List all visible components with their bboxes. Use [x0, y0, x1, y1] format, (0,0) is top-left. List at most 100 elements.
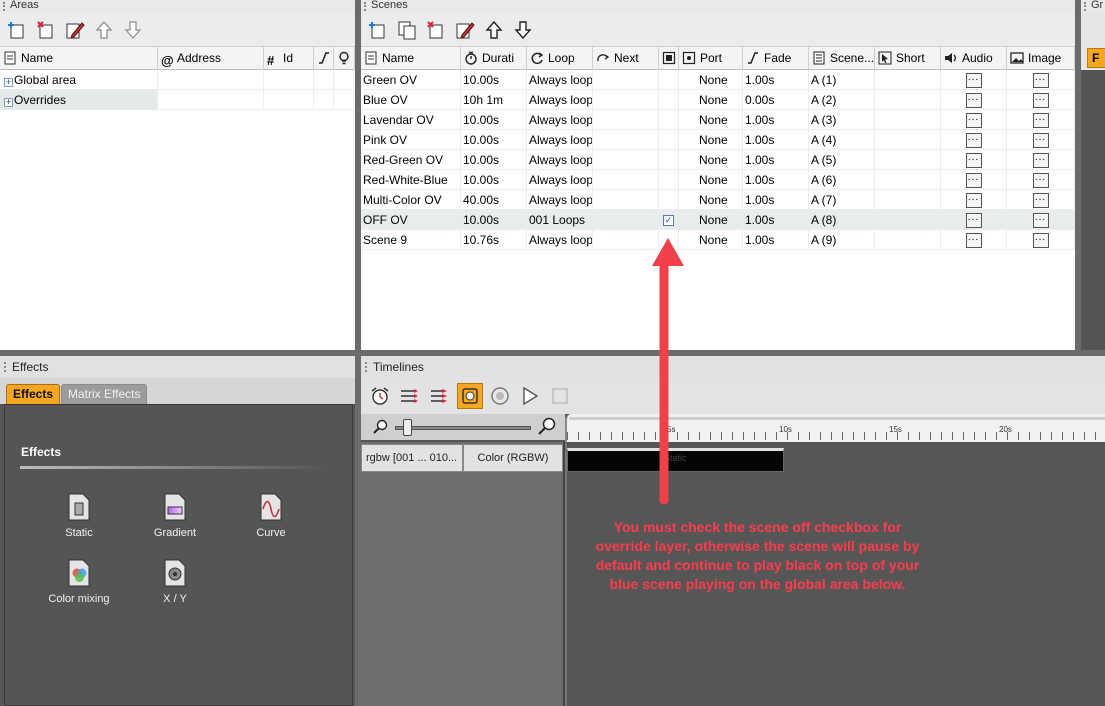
- audio-browse-button[interactable]: ...: [965, 113, 982, 129]
- column-header-scene-off[interactable]: [659, 47, 679, 70]
- zoom-slider-track[interactable]: [395, 426, 531, 430]
- scene-fade: 1.00s: [745, 193, 775, 207]
- scene-duration: 10h 1m: [463, 93, 504, 107]
- expand-icon[interactable]: +: [4, 78, 13, 87]
- scene-move-down-button[interactable]: [510, 17, 536, 43]
- stop-button[interactable]: [547, 383, 573, 409]
- scene-duration: 10.76s: [463, 233, 500, 247]
- area-row-global[interactable]: + Global area: [0, 70, 355, 90]
- scene-row[interactable]: Red-White-Blue 10.00s Always loop None 1.00s…: [361, 170, 1075, 190]
- effect-gradient[interactable]: Gradient: [130, 493, 220, 539]
- delete-area-button[interactable]: [33, 17, 59, 43]
- column-header-shortcut[interactable]: Short: [875, 47, 941, 70]
- scene-row[interactable]: Multi-Color OV 40.00s Always loop None 1.00s…: [361, 190, 1075, 210]
- column-header-port[interactable]: Port: [679, 47, 743, 70]
- column-header-address[interactable]: @ Address: [158, 47, 264, 70]
- audio-browse-button[interactable]: ...: [965, 93, 982, 109]
- timeline-ruler[interactable]: 5s 10s 15s 20s: [565, 414, 1105, 442]
- area-row-overrides[interactable]: + Overrides: [0, 90, 355, 110]
- edit-area-button[interactable]: [62, 17, 88, 43]
- image-browse-button[interactable]: ...: [1032, 133, 1049, 149]
- scene-name: OFF OV: [363, 213, 408, 227]
- image-browse-button[interactable]: ...: [1032, 233, 1049, 249]
- image-browse-button[interactable]: ...: [1032, 153, 1049, 169]
- gradient-effect-icon: [163, 493, 187, 521]
- audio-browse-button[interactable]: ...: [965, 173, 982, 189]
- scene-row[interactable]: Scene 9 10.76s Always loop None 1.00s A (9)..…: [361, 230, 1075, 250]
- scene-list-icon: [812, 50, 826, 65]
- effect-xy[interactable]: X / Y: [130, 559, 220, 605]
- edit-scene-button[interactable]: [452, 17, 478, 43]
- column-header-id[interactable]: # Id: [264, 47, 314, 70]
- move-down-button[interactable]: [120, 17, 146, 43]
- column-header-duration[interactable]: Durati: [461, 47, 527, 70]
- zoom-in-icon[interactable]: [537, 417, 557, 437]
- image-browse-button[interactable]: ...: [1032, 193, 1049, 209]
- scene-row[interactable]: Blue OV 10h 1m Always loop None 0.00s A (2)..…: [361, 90, 1075, 110]
- scene-row[interactable]: Lavendar OV 10.00s Always loop None 1.00s A (…: [361, 110, 1075, 130]
- picture-icon: [1010, 50, 1024, 64]
- scene-scene: A (8): [811, 213, 837, 227]
- record-button[interactable]: [487, 383, 513, 409]
- scene-row[interactable]: Pink OV 10.00s Always loop None 1.00s A (4)..…: [361, 130, 1075, 150]
- image-browse-button[interactable]: ...: [1032, 73, 1049, 89]
- distribute-button[interactable]: [397, 383, 423, 409]
- effect-static[interactable]: Static: [34, 493, 124, 539]
- column-header-loop[interactable]: Loop: [527, 47, 593, 70]
- audio-browse-button[interactable]: ...: [965, 153, 982, 169]
- column-header-light[interactable]: [334, 47, 355, 70]
- column-header-scene-number[interactable]: Scene...: [809, 47, 875, 70]
- audio-browse-button[interactable]: ...: [965, 133, 982, 149]
- column-header-scene-name[interactable]: Name: [361, 47, 461, 70]
- track-type-cell[interactable]: Color (RGBW): [463, 444, 563, 472]
- align-button[interactable]: [427, 383, 453, 409]
- image-browse-button[interactable]: ...: [1032, 173, 1049, 189]
- audio-browse-button[interactable]: ...: [965, 73, 982, 89]
- column-header-name[interactable]: Name: [0, 47, 158, 70]
- tab-effects[interactable]: Effects: [6, 384, 61, 404]
- effects-section-divider: [20, 466, 326, 469]
- effects-section-title: Effects: [21, 445, 62, 459]
- scene-duration: 10.00s: [463, 73, 500, 87]
- scene-row[interactable]: Green OV 10.00s Always loop None 1.00s A (1).…: [361, 70, 1075, 90]
- column-header-next[interactable]: Next: [593, 47, 659, 70]
- timeline-clip-static[interactable]: Static: [567, 448, 784, 472]
- move-up-button[interactable]: [91, 17, 117, 43]
- add-scene-button[interactable]: [365, 17, 391, 43]
- play-button[interactable]: [517, 383, 543, 409]
- zoom-out-icon[interactable]: [373, 419, 389, 435]
- track-name-cell[interactable]: rgbw [001 ... 010...: [361, 444, 463, 472]
- image-browse-button[interactable]: ...: [1032, 93, 1049, 109]
- record-icon: [491, 387, 509, 405]
- scene-loop: Always loop: [529, 153, 593, 167]
- column-header-fade[interactable]: [314, 47, 334, 70]
- scene-row[interactable]: Red-Green OV 10.00s Always loop None 1.00s A …: [361, 150, 1075, 170]
- image-browse-button[interactable]: ...: [1032, 213, 1049, 229]
- snap-button[interactable]: [457, 383, 483, 409]
- delete-scene-button[interactable]: [423, 17, 449, 43]
- loop-icon: [530, 50, 544, 65]
- areas-panel-title: Areas: [0, 0, 355, 13]
- column-header-image[interactable]: Image: [1007, 47, 1075, 70]
- effect-color-mixing[interactable]: Color mixing: [34, 559, 124, 605]
- add-area-button[interactable]: [4, 17, 30, 43]
- alarm-button[interactable]: [367, 383, 393, 409]
- scene-move-up-button[interactable]: [481, 17, 507, 43]
- duplicate-scene-button[interactable]: [394, 17, 420, 43]
- effect-curve[interactable]: Curve: [226, 493, 316, 539]
- audio-browse-button[interactable]: ...: [965, 233, 982, 249]
- scene-row[interactable]: OFF OV 10.00s 001 Loops ✓ None 1.00s A (8)....…: [361, 210, 1075, 230]
- area-name: Global area: [14, 73, 77, 87]
- column-header-audio[interactable]: Audio: [941, 47, 1007, 70]
- scenes-toolbar: [361, 13, 1075, 46]
- scene-off-checkbox[interactable]: ✓: [663, 215, 674, 227]
- image-browse-button[interactable]: ...: [1032, 113, 1049, 129]
- zoom-slider-handle[interactable]: [403, 419, 412, 436]
- audio-browse-button[interactable]: ...: [965, 213, 982, 229]
- column-header-fade[interactable]: Fade: [743, 47, 809, 70]
- tab-matrix-effects[interactable]: Matrix Effects: [61, 384, 148, 404]
- expand-icon[interactable]: +: [4, 98, 13, 107]
- scene-duration: 10.00s: [463, 173, 500, 187]
- groups-tab[interactable]: F: [1087, 48, 1105, 68]
- audio-browse-button[interactable]: ...: [965, 193, 982, 209]
